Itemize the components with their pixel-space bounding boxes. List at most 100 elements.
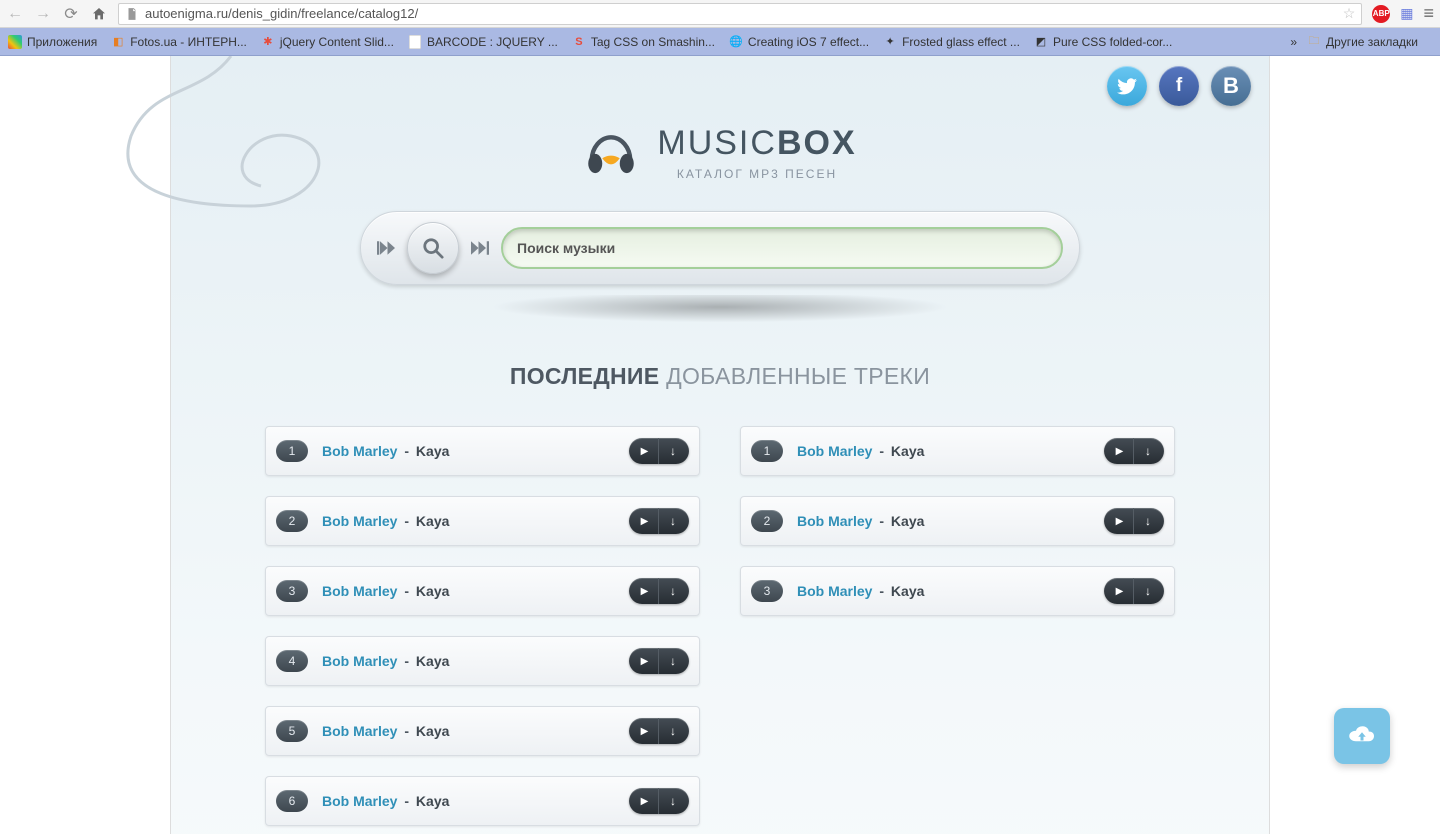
favicon-icon	[408, 35, 422, 49]
bookmark-item[interactable]: ✦Frosted glass effect ...	[883, 35, 1020, 49]
bookmark-item[interactable]: ◧Fotos.ua - ИНТЕРН...	[111, 35, 247, 49]
brand-title: MUSICBOX	[657, 124, 856, 163]
track-artist[interactable]: Bob Marley	[322, 793, 397, 809]
play-button[interactable]: ▶	[631, 508, 659, 534]
track-song: Kaya	[416, 653, 449, 669]
social-links: f B	[1107, 66, 1251, 106]
track-row: 4Bob Marley - Kaya▶↓	[265, 636, 700, 686]
track-number: 1	[751, 440, 783, 462]
track-song: Kaya	[416, 723, 449, 739]
download-button[interactable]: ↓	[659, 648, 687, 674]
track-number: 3	[751, 580, 783, 602]
track-title: Bob Marley - Kaya	[322, 793, 449, 809]
browser-toolbar: ← → ⟳ ☆ ABP ▦ ≡	[0, 0, 1440, 28]
track-row: 1 Bob Marley - Kaya ▶↓	[265, 426, 700, 476]
track-row: 2Bob Marley - Kaya▶↓	[740, 496, 1175, 546]
favicon-icon: 🌐	[729, 35, 743, 49]
track-song: Kaya	[891, 583, 924, 599]
track-title: Bob Marley - Kaya	[797, 513, 924, 529]
track-number: 1	[276, 440, 308, 462]
favicon-icon: ✦	[883, 35, 897, 49]
home-icon[interactable]	[90, 5, 108, 23]
url-input[interactable]	[145, 6, 1343, 21]
address-bar[interactable]: ☆	[118, 3, 1362, 25]
track-actions: ▶↓	[629, 508, 689, 534]
star-icon[interactable]: ☆	[1343, 5, 1356, 22]
prev-track-button[interactable]	[371, 233, 401, 263]
facebook-button[interactable]: f	[1159, 66, 1199, 106]
track-actions: ▶↓	[1104, 578, 1164, 604]
scroll-top-button[interactable]	[1334, 708, 1390, 764]
bookmark-item[interactable]: ✱jQuery Content Slid...	[261, 35, 394, 49]
track-artist[interactable]: Bob Marley	[322, 443, 397, 459]
play-button[interactable]: ▶	[1106, 578, 1134, 604]
favicon-icon: S	[572, 35, 586, 49]
player-shadow	[395, 295, 1045, 335]
nav-forward-icon[interactable]: →	[34, 5, 52, 23]
calendar-icon[interactable]: ▦	[1400, 5, 1413, 22]
track-artist[interactable]: Bob Marley	[322, 653, 397, 669]
download-button[interactable]: ↓	[659, 578, 687, 604]
search-button[interactable]	[407, 222, 459, 274]
track-artist[interactable]: Bob Marley	[322, 583, 397, 599]
play-button[interactable]: ▶	[1106, 438, 1134, 464]
twitter-button[interactable]	[1107, 66, 1147, 106]
track-song: Kaya	[416, 793, 449, 809]
hamburger-icon[interactable]: ≡	[1423, 3, 1434, 24]
play-button[interactable]: ▶	[631, 648, 659, 674]
track-song: Kaya	[416, 443, 449, 459]
play-button[interactable]: ▶	[631, 718, 659, 744]
track-number: 4	[276, 650, 308, 672]
abp-icon[interactable]: ABP	[1372, 5, 1390, 23]
reload-icon[interactable]: ⟳	[62, 5, 80, 23]
track-actions: ▶↓	[629, 648, 689, 674]
track-artist[interactable]: Bob Marley	[797, 513, 872, 529]
bookmark-item[interactable]: STag CSS on Smashin...	[572, 35, 715, 49]
tracks-column-right: 1Bob Marley - Kaya▶↓2Bob Marley - Kaya▶↓…	[740, 426, 1175, 826]
track-title: Bob Marley - Kaya	[322, 443, 449, 459]
vk-button[interactable]: B	[1211, 66, 1251, 106]
download-button[interactable]: ↓	[659, 438, 687, 464]
track-title: Bob Marley - Kaya	[322, 513, 449, 529]
track-artist[interactable]: Bob Marley	[797, 443, 872, 459]
track-artist[interactable]: Bob Marley	[322, 513, 397, 529]
play-button[interactable]: ▶	[631, 438, 659, 464]
site-header: MUSICBOX КАТАЛОГ MP3 ПЕСЕН	[171, 56, 1269, 335]
page-viewport[interactable]: f B MUSICBOX	[0, 56, 1440, 834]
track-title: Bob Marley - Kaya	[322, 583, 449, 599]
bookmark-item[interactable]: 🌐Creating iOS 7 effect...	[729, 35, 869, 49]
play-button[interactable]: ▶	[631, 578, 659, 604]
play-button[interactable]: ▶	[631, 788, 659, 814]
track-actions: ▶↓	[1104, 438, 1164, 464]
bookmark-item[interactable]: ◩Pure CSS folded-cor...	[1034, 35, 1172, 49]
track-row: 6 Bob Marley - Kaya ▶↓	[265, 776, 700, 826]
search-input[interactable]	[517, 240, 1047, 256]
track-actions: ▶↓	[629, 788, 689, 814]
track-number: 6	[276, 790, 308, 812]
bookmark-item[interactable]: BARCODE : JQUERY ...	[408, 35, 558, 49]
apps-button[interactable]: Приложения	[8, 35, 97, 49]
download-button[interactable]: ↓	[1134, 578, 1162, 604]
track-artist[interactable]: Bob Marley	[322, 723, 397, 739]
download-button[interactable]: ↓	[1134, 438, 1162, 464]
download-button[interactable]: ↓	[1134, 508, 1162, 534]
track-actions: ▶↓	[629, 718, 689, 744]
other-bookmarks[interactable]: 🗀 Другие закладки	[1307, 35, 1418, 49]
nav-back-icon[interactable]: ←	[6, 5, 24, 23]
next-track-button[interactable]	[465, 233, 495, 263]
track-actions: ▶↓	[629, 438, 689, 464]
track-number: 5	[276, 720, 308, 742]
play-button[interactable]: ▶	[1106, 508, 1134, 534]
track-number: 3	[276, 580, 308, 602]
download-button[interactable]: ↓	[659, 508, 687, 534]
download-button[interactable]: ↓	[659, 718, 687, 744]
page-icon	[125, 7, 139, 21]
favicon-icon: ◧	[111, 35, 125, 49]
track-song: Kaya	[416, 583, 449, 599]
track-title: Bob Marley - Kaya	[322, 723, 449, 739]
page-container: f B MUSICBOX	[170, 56, 1270, 834]
download-button[interactable]: ↓	[659, 788, 687, 814]
track-artist[interactable]: Bob Marley	[797, 583, 872, 599]
headphones-icon	[583, 125, 639, 181]
bookmark-overflow[interactable]: »	[1290, 35, 1297, 49]
